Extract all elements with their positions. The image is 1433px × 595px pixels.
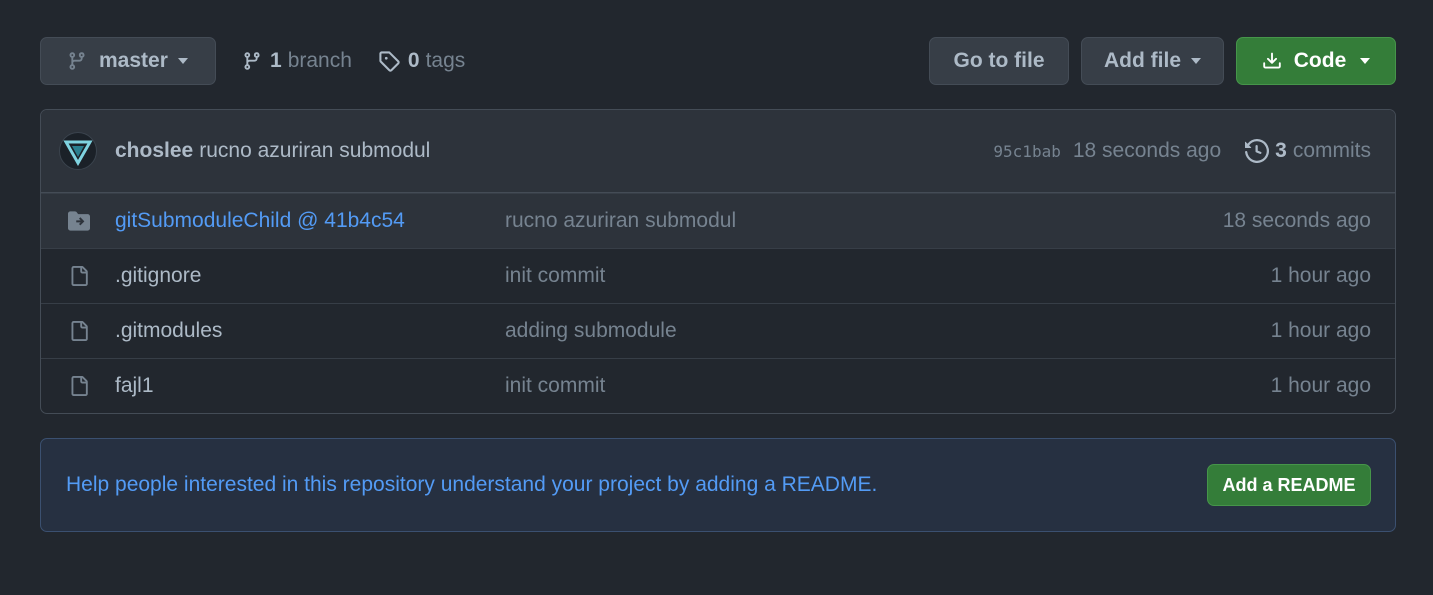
table-row[interactable]: .gitmodules adding submodule 1 hour ago [41,303,1395,358]
table-row[interactable]: fajl1 init commit 1 hour ago [41,358,1395,413]
commit-word: commits [1292,139,1371,162]
file-name[interactable]: .gitmodules [115,319,505,343]
branch-select-button[interactable]: master [40,37,216,85]
tag-count: 0 [407,49,420,72]
chevron-down-icon [1191,58,1201,64]
commit-sha[interactable]: 95c1bab [993,142,1060,161]
file-commit-message[interactable]: init commit [505,264,1271,288]
readme-prompt: Help people interested in this repositor… [40,438,1396,532]
file-browser: choslee rucno azuriran submodul 95c1bab … [40,109,1396,414]
file-icon [67,320,91,342]
file-name[interactable]: .gitignore [115,264,505,288]
file-age: 1 hour ago [1270,374,1371,397]
avatar[interactable] [59,132,97,170]
file-age: 18 seconds ago [1222,209,1371,232]
table-row[interactable]: gitSubmoduleChild @ 41b4c54 rucno azurir… [41,193,1395,248]
file-name[interactable]: gitSubmoduleChild @ 41b4c54 [115,209,505,233]
add-file-label: Add file [1104,49,1181,72]
file-age: 1 hour ago [1270,264,1371,287]
chevron-down-icon [177,58,188,64]
commit-time: 18 seconds ago [1072,139,1222,162]
commit-author[interactable]: choslee [115,139,193,163]
tags-link[interactable]: 0 tags [378,49,465,73]
file-name[interactable]: fajl1 [115,374,505,398]
go-to-file-button[interactable]: Go to file [929,37,1069,85]
commit-count: 3 [1275,139,1287,162]
repo-toolbar: master 1 branch 0 tags Go to file Add fi… [40,37,1396,85]
readme-prompt-text: Help people interested in this repositor… [66,473,878,496]
file-icon [67,265,91,287]
git-branch-icon [67,50,87,72]
commits-link[interactable]: 3 commits [1245,139,1371,163]
code-label: Code [1293,49,1347,72]
branches-link[interactable]: 1 branch [242,49,352,73]
branch-word: branch [287,49,352,72]
add-readme-button[interactable]: Add a README [1207,464,1371,506]
file-icon [67,375,91,397]
file-commit-message[interactable]: adding submodule [505,319,1271,343]
code-button[interactable]: Code [1236,37,1396,85]
branch-name: master [99,49,168,72]
commit-message[interactable]: rucno azuriran submodul [199,139,430,163]
tag-icon [379,51,400,72]
history-icon [1245,139,1270,163]
file-commit-message[interactable]: init commit [505,374,1271,398]
branch-count: 1 [270,49,282,72]
latest-commit-bar: choslee rucno azuriran submodul 95c1bab … [41,110,1395,193]
file-age: 1 hour ago [1270,319,1371,342]
table-row[interactable]: .gitignore init commit 1 hour ago [41,248,1395,303]
download-icon [1262,51,1282,71]
tag-word: tags [425,49,466,72]
submodule-icon [67,210,91,232]
add-file-button[interactable]: Add file [1081,37,1224,85]
chevron-down-icon [1360,58,1371,64]
file-commit-message[interactable]: rucno azuriran submodul [505,209,1223,233]
git-branch-icon [244,52,260,70]
avatar-logo-icon [63,140,93,166]
